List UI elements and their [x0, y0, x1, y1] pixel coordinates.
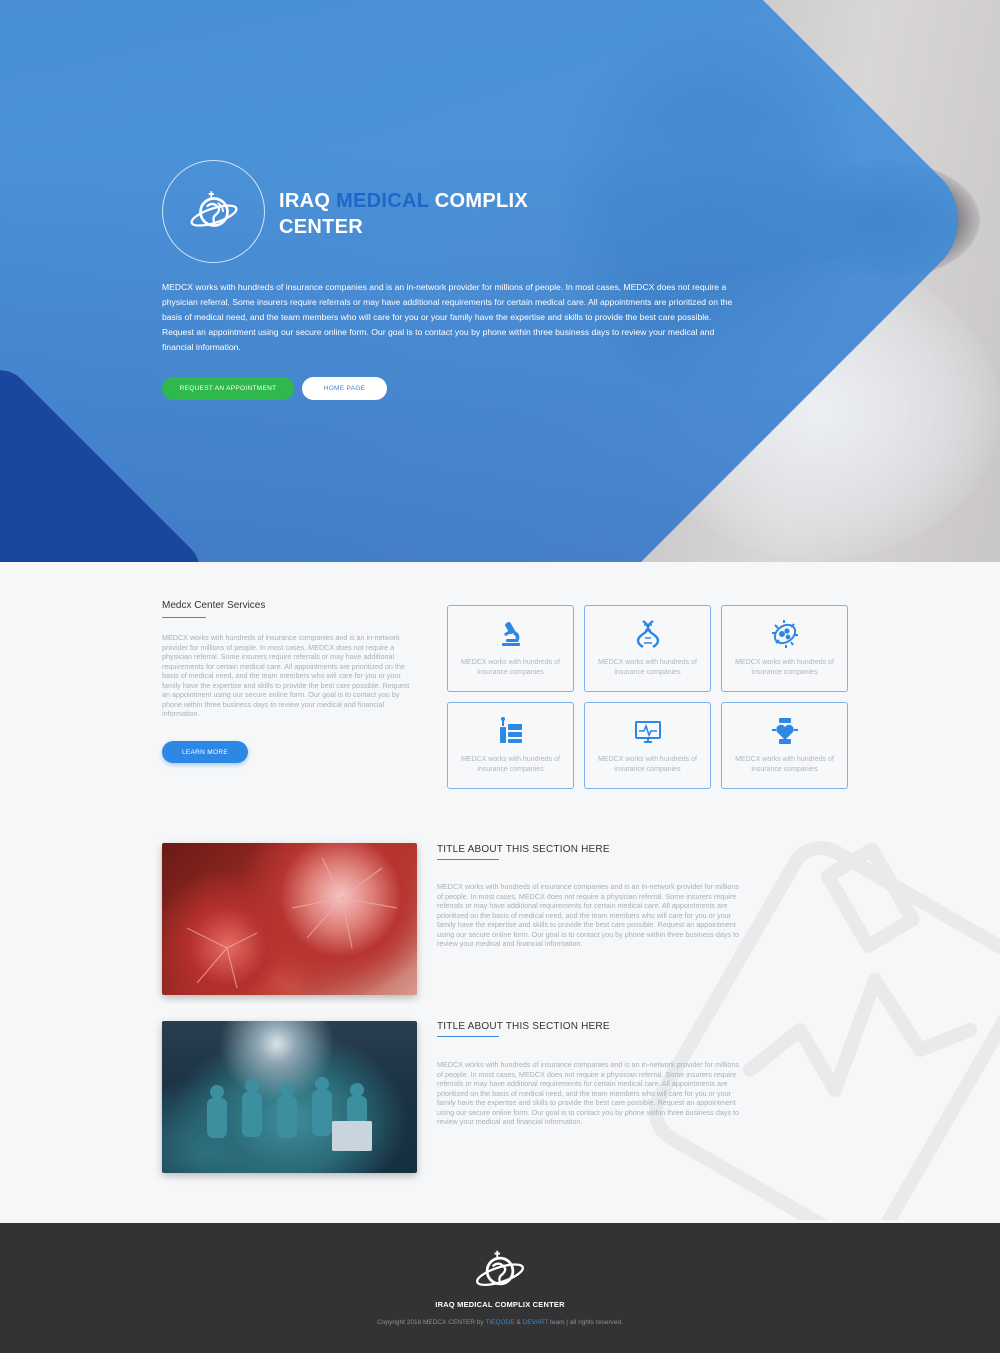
services-description: MEDCX works with hundreds of insurance c…	[162, 633, 410, 718]
home-page-button[interactable]: HOME PAGE	[302, 377, 387, 400]
copyright-and: &	[514, 1319, 523, 1326]
footer: IRAQ MEDICAL COMPLIX CENTER Copyright 20…	[0, 1223, 1000, 1353]
request-appointment-button[interactable]: REQUEST AN APPOINTMENT	[162, 377, 294, 400]
about-image-cells	[162, 843, 417, 995]
service-card[interactable]: MEDCX works with hundreds of insurance c…	[447, 605, 574, 692]
hero-title-part1: IRAQ	[279, 190, 337, 212]
about-text: MEDCX works with hundreds of insurance c…	[437, 1060, 740, 1126]
service-card-text: MEDCX works with hundreds of insurance c…	[461, 756, 560, 773]
service-card[interactable]: MEDCX works with hundreds of insurance c…	[447, 702, 574, 789]
service-card[interactable]: MEDCX works with hundreds of insurance c…	[721, 605, 848, 692]
hero-title-part2: COMPLIX	[428, 190, 528, 212]
about-title-underline	[437, 1036, 499, 1037]
about-title: TITLE ABOUT THIS SECTION HERE	[437, 844, 610, 855]
service-card[interactable]: MEDCX works with hundreds of insurance c…	[721, 702, 848, 789]
microscope-icon	[496, 619, 526, 649]
hero-logo	[162, 160, 265, 263]
lab-equipment-icon	[496, 716, 526, 746]
about-text: MEDCX works with hundreds of insurance c…	[437, 882, 740, 948]
footer-copyright: Copyright 2018 MEDCX CENTER by TIEQODE &…	[0, 1319, 1000, 1326]
globe-logo-icon	[475, 1250, 525, 1287]
heart-monitor-icon	[633, 716, 663, 746]
service-card-text: MEDCX works with hundreds of insurance c…	[735, 659, 834, 676]
services-title: Medcx Center Services	[162, 600, 266, 611]
clipboard-watermark-icon	[648, 841, 1000, 1220]
copyright-prefix: Copyright 2018 MEDCX CENTER by	[377, 1319, 486, 1326]
hero-title: IRAQ MEDICAL COMPLIX CENTER	[279, 188, 599, 240]
services-title-underline	[162, 617, 206, 618]
hero-description: MEDCX works with hundreds of insurance c…	[162, 282, 733, 352]
globe-logo-icon	[190, 190, 237, 227]
service-card[interactable]: MEDCX works with hundreds of insurance c…	[584, 702, 711, 789]
about-title: TITLE ABOUT THIS SECTION HERE	[437, 1021, 610, 1032]
service-card-text: MEDCX works with hundreds of insurance c…	[461, 659, 560, 676]
about-image-surgeons	[162, 1021, 417, 1173]
footer-site-name: IRAQ MEDICAL COMPLIX CENTER	[435, 1300, 565, 1309]
about-title-underline	[437, 859, 499, 860]
hero-title-line2: CENTER	[279, 216, 364, 238]
hero-title-accent: MEDICAL	[336, 190, 429, 212]
devart-link[interactable]: DEVART	[523, 1319, 549, 1326]
tieqode-link[interactable]: TIEQODE	[485, 1319, 514, 1326]
copyright-suffix: team | all rights reserved.	[548, 1319, 623, 1326]
service-card-text: MEDCX works with hundreds of insurance c…	[598, 659, 697, 676]
service-card[interactable]: MEDCX works with hundreds of insurance c…	[584, 605, 711, 692]
dna-icon	[633, 619, 663, 649]
hero-section: IRAQ MEDICAL COMPLIX CENTER MEDCX works …	[0, 0, 1000, 562]
heart-scale-icon	[770, 716, 800, 746]
service-card-text: MEDCX works with hundreds of insurance c…	[735, 756, 834, 773]
bacteria-icon	[770, 619, 800, 649]
service-card-text: MEDCX works with hundreds of insurance c…	[598, 756, 697, 773]
learn-more-button[interactable]: LEARN MORE	[162, 741, 248, 763]
